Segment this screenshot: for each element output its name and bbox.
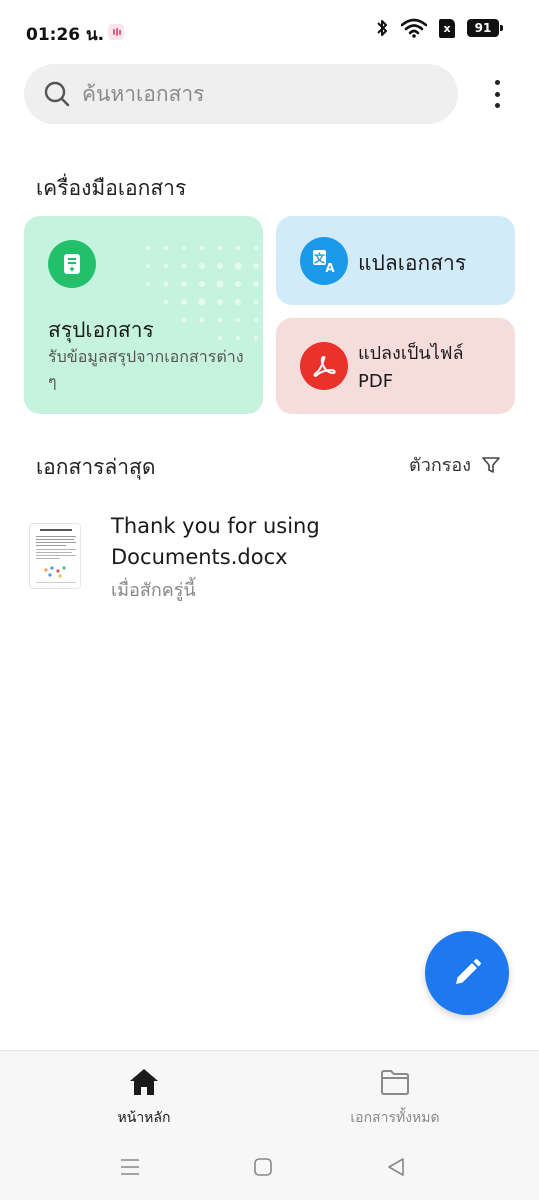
square-icon xyxy=(254,1158,272,1176)
convert-label-line2: PDF xyxy=(358,371,394,392)
back-triangle-icon xyxy=(388,1158,404,1176)
bottom-navigation: หน้าหลัก เอกสารทั้งหมด xyxy=(0,1050,539,1200)
pencil-icon xyxy=(456,959,481,984)
convert-label-line1: แปลงเป็นไฟล์ xyxy=(358,343,464,364)
battery-icon: 91 xyxy=(467,19,503,37)
nav-all-documents-label: เอกสารทั้งหมด xyxy=(350,1110,440,1126)
translate-icon: 文 A xyxy=(300,237,348,285)
svg-text:A: A xyxy=(325,261,335,275)
more-options-icon[interactable] xyxy=(484,76,510,112)
recent-apps-button[interactable] xyxy=(118,1155,142,1179)
menu-lines-icon xyxy=(121,1159,139,1175)
recording-indicator-icon xyxy=(108,24,124,40)
wifi-icon xyxy=(401,18,427,38)
convert-to-pdf-card[interactable]: แปลงเป็นไฟล์ PDF xyxy=(276,318,515,414)
search-input[interactable] xyxy=(82,82,442,106)
nav-home-label: หน้าหลัก xyxy=(117,1110,171,1126)
translate-document-card[interactable]: 文 A แปลเอกสาร xyxy=(276,216,515,305)
translate-label: แปลเอกสาร xyxy=(358,251,467,275)
document-title: Thank you for using Documents.docx xyxy=(111,514,320,569)
recent-section-title: เอกสารล่าสุด xyxy=(36,455,156,479)
status-bar: 01:26 น. x 91 xyxy=(0,0,539,62)
document-list-item[interactable]: Thank you for using Documents.docx เมื่อ… xyxy=(24,505,515,605)
status-icons: x 91 xyxy=(375,18,503,38)
filter-label: ตัวกรอง xyxy=(409,455,471,476)
document-modified-time: เมื่อสักครู่นี้ xyxy=(111,580,196,601)
folder-icon xyxy=(381,1070,409,1095)
convert-to-pdf-label: แปลงเป็นไฟล์ PDF xyxy=(358,340,464,396)
search-icon xyxy=(42,79,72,109)
summarize-description: รับข้อมูลสรุปจากเอกสารต่าง ๆ xyxy=(48,347,244,391)
summarize-title: สรุปเอกสาร xyxy=(48,318,154,342)
nav-all-documents[interactable]: เอกสารทั้งหมด xyxy=(315,1065,475,1129)
home-icon xyxy=(130,1069,158,1095)
pdf-icon xyxy=(300,342,348,390)
decorative-dots-pattern xyxy=(146,246,259,340)
document-thumbnail xyxy=(29,523,81,589)
filter-button[interactable]: ตัวกรอง xyxy=(409,450,501,479)
status-time: 01:26 น. xyxy=(26,25,105,45)
search-bar[interactable] xyxy=(24,64,458,124)
summarize-document-card[interactable]: สรุปเอกสาร รับข้อมูลสรุปจากเอกสารต่าง ๆ xyxy=(24,216,263,414)
back-system-button[interactable] xyxy=(384,1155,408,1179)
document-summary-icon xyxy=(48,240,96,288)
nav-home[interactable]: หน้าหลัก xyxy=(64,1065,224,1129)
no-sim-icon: x xyxy=(439,18,455,38)
new-document-fab[interactable] xyxy=(425,931,509,1015)
tools-section-title: เครื่องมือเอกสาร xyxy=(36,176,187,200)
bluetooth-icon xyxy=(377,20,387,36)
filter-icon xyxy=(482,456,500,473)
svg-text:文: 文 xyxy=(314,251,326,265)
home-system-button[interactable] xyxy=(251,1155,275,1179)
